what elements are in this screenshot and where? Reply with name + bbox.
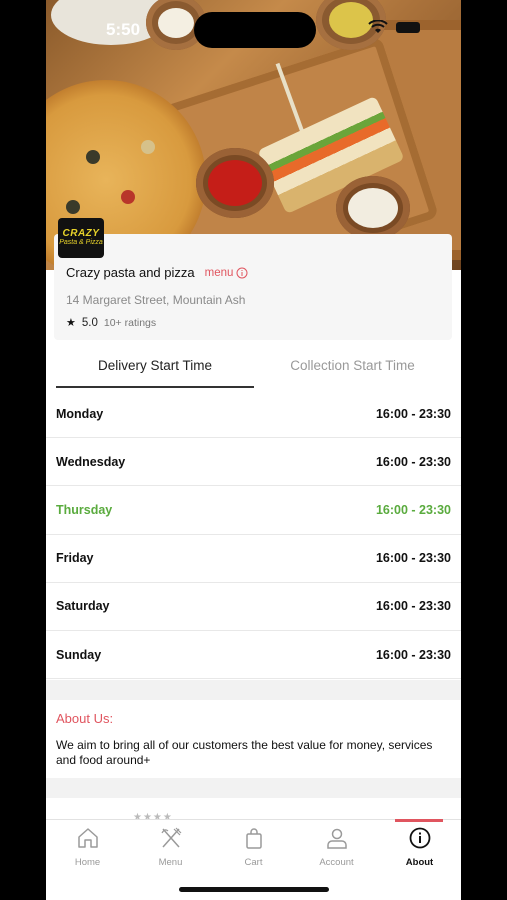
day-label: Friday [56,551,94,566]
nav-account[interactable]: Account [295,826,378,868]
rating-row: ★ 5.0 10+ ratings [66,316,157,330]
day-label: Thursday [56,502,113,517]
time-range: 16:00 - 23:30 [375,647,451,662]
hours-row-wednesday: Wednesday 16:00 - 23:30 [46,438,461,487]
hours-row-saturday: Saturday 16:00 - 23:30 [46,583,461,631]
app-screen: 5:50 CRAZY Pasta & Pizza Crazy pasta and… [46,0,461,900]
logo-text: CRAZY [62,228,100,239]
shopping-bag-icon [245,828,262,849]
status-time: 5:50 [106,20,141,39]
about-us-title: About Us: [56,711,114,726]
time-range: 16:00 - 23:30 [375,406,451,421]
time-range: 16:00 - 23:30 [375,454,451,469]
tab-delivery-start-time[interactable]: Delivery Start Time [56,358,254,388]
day-label: Monday [56,406,104,421]
section-divider [46,680,461,700]
restaurant-address: 14 Margaret Street, Mountain Ash [66,293,246,307]
nav-cart[interactable]: Cart [212,826,295,868]
nav-home[interactable]: Home [46,826,129,868]
nav-about[interactable]: About [378,826,461,868]
nav-account-label: Account [319,857,354,868]
logo-subtext: Pasta & Pizza [59,239,103,246]
fork-knife-icon [160,827,181,848]
hours-row-monday: Monday 16:00 - 23:30 [46,390,461,439]
day-label: Wednesday [56,454,126,469]
active-tab-indicator [395,819,443,822]
section-divider [46,778,461,798]
nav-menu-label: Menu [158,857,183,868]
user-icon [326,828,347,849]
hours-row-sunday: Sunday 16:00 - 23:30 [46,631,461,680]
nav-home-label: Home [74,857,101,868]
ratings-count: 10+ ratings [103,316,157,329]
start-time-tabs: Delivery Start Time Collection Start Tim… [56,358,451,388]
home-indicator [179,887,329,892]
dynamic-island [194,12,316,48]
restaurant-name: Crazy pasta and pizza [66,265,195,280]
restaurant-name-row: Crazy pasta and pizza menu [66,265,248,280]
wifi-icon [368,20,388,33]
nav-menu[interactable]: Menu [129,826,212,868]
tab-collection-start-time[interactable]: Collection Start Time [254,358,451,388]
info-circle-icon [409,827,430,849]
status-bar: 5:50 [46,0,461,50]
rating-value: 5.0 [81,316,98,329]
time-range: 16:00 - 23:30 [375,551,451,566]
battery-icon [396,22,420,33]
nav-about-label: About [405,857,434,868]
restaurant-logo: CRAZY Pasta & Pizza [58,218,104,258]
info-icon[interactable] [236,267,248,279]
opening-hours-list: Monday 16:00 - 23:30 Wednesday 16:00 - 2… [46,390,461,680]
about-us-text: We aim to bring all of our customers the… [56,738,433,767]
time-range: 16:00 - 23:30 [375,599,451,614]
home-icon [77,828,98,848]
time-range: 16:00 - 23:30 [375,502,451,517]
day-label: Sunday [56,647,102,662]
hours-row-thursday-today: Thursday 16:00 - 23:30 [46,486,461,535]
star-icon: ★ [66,317,76,329]
nav-cart-label: Cart [244,857,263,868]
day-label: Saturday [56,599,110,614]
menu-link[interactable]: menu [205,267,234,279]
hours-row-friday: Friday 16:00 - 23:30 [46,535,461,583]
